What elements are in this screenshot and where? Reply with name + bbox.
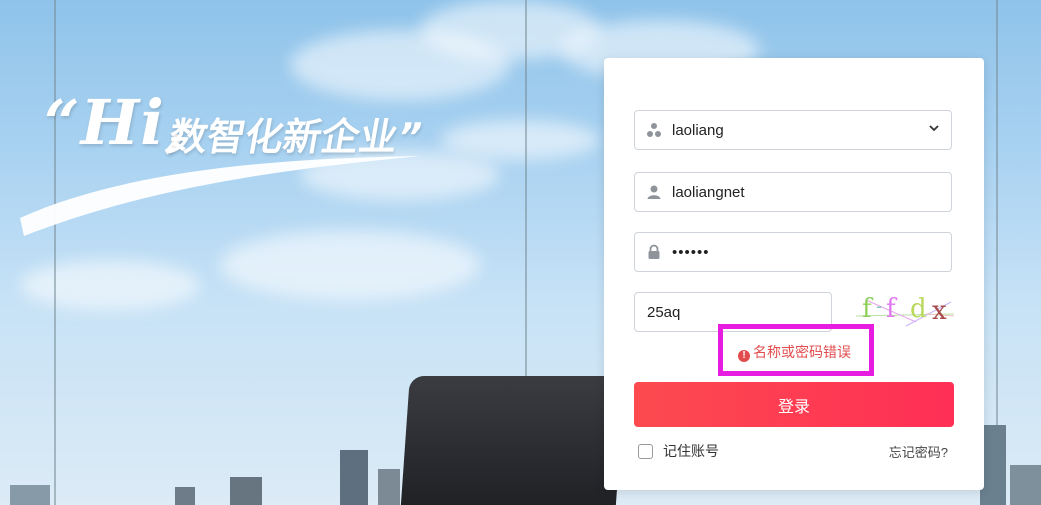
remember-label: 记住账号 [663, 443, 719, 459]
error-message: ! 名称或密码错误 [738, 342, 851, 362]
username-value: laoliangnet [672, 184, 745, 201]
building [10, 485, 50, 505]
remember-account[interactable]: 记住账号 [638, 441, 719, 461]
building [340, 450, 368, 505]
monitor-silhouette [400, 376, 625, 505]
password-field[interactable]: •••••• [634, 232, 952, 272]
error-icon: ! [738, 350, 750, 362]
remember-checkbox[interactable] [638, 443, 653, 459]
lock-icon [646, 244, 662, 260]
org-icon [646, 122, 662, 138]
slogan-swoosh [20, 156, 420, 236]
captcha-char: d [910, 294, 927, 324]
org-select-value: laoliang [672, 122, 724, 139]
chevron-down-icon[interactable] [927, 121, 941, 135]
building [175, 487, 195, 505]
building [230, 477, 262, 505]
captcha-char: x [932, 296, 947, 326]
window-frame [54, 0, 56, 505]
login-button[interactable]: 登录 [634, 382, 954, 427]
forgot-password-link[interactable]: 忘记密码? [889, 442, 948, 461]
building [1010, 465, 1041, 505]
captcha-char: f [886, 294, 896, 324]
cloud [440, 120, 600, 160]
captcha-char: - [876, 296, 883, 317]
captcha-char: f [862, 294, 872, 324]
user-icon [646, 184, 662, 200]
login-panel: laoliang laoliangnet •••••• 25aq f - f d… [604, 58, 984, 490]
building [378, 469, 400, 505]
slogan: “Hi, 数智化新企业” [20, 78, 440, 248]
error-highlight-box: ! 名称或密码错误 [718, 324, 874, 376]
password-value: •••••• [672, 244, 710, 261]
org-select[interactable]: laoliang [634, 110, 952, 150]
cloud [20, 260, 200, 310]
username-field[interactable]: laoliangnet [634, 172, 952, 212]
error-text: 名称或密码错误 [753, 344, 851, 360]
captcha-input-value: 25aq [647, 304, 681, 321]
